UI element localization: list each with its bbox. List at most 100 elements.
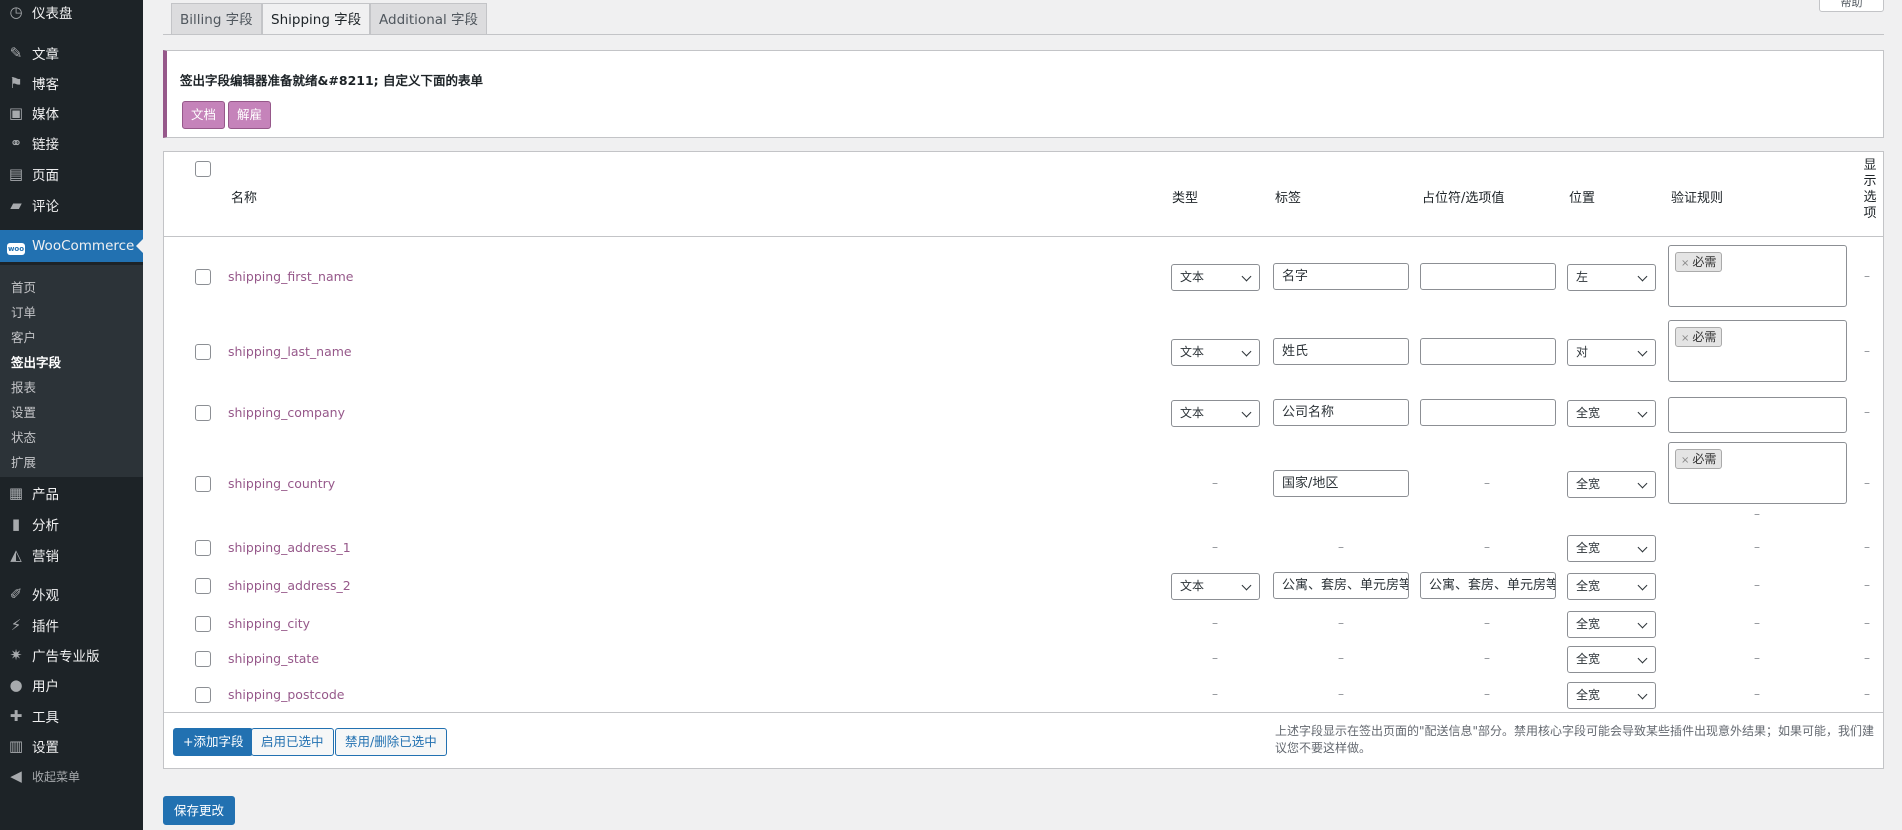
page-icon: ▤: [8, 165, 24, 183]
submenu-item-customers[interactable]: 客户: [11, 327, 36, 346]
sidebar-item-2[interactable]: ⚑ 博客: [0, 69, 143, 97]
dashboard-icon: ◷: [9, 3, 23, 21]
sidebar-item-15[interactable]: ✚ 工具: [0, 702, 143, 730]
validation-select[interactable]: × 必需: [1668, 245, 1847, 307]
validation-select[interactable]: × 必需: [1668, 442, 1847, 504]
field-name-link[interactable]: shipping_company: [228, 405, 345, 420]
placeholder-input[interactable]: [1420, 263, 1556, 290]
row-checkbox[interactable]: [195, 344, 211, 360]
field-name-link[interactable]: shipping_address_1: [228, 540, 351, 555]
woocommerce-submenu: 首页 订单 客户 签出字段 报表 设置 状态 扩展: [0, 265, 143, 477]
placeholder-input[interactable]: 公寓、套房、单元房等: [1420, 572, 1556, 599]
sidebar-item-11[interactable]: ✐ 外观: [0, 580, 143, 608]
sidebar-item-7[interactable]: woo WooCommerce: [0, 230, 143, 262]
display-options-cell: –: [1864, 651, 1870, 665]
footer-note: 上述字段显示在签出页面的"配送信息"部分。禁用核心字段可能会导致某些插件出现意外…: [1275, 724, 1875, 755]
label-input[interactable]: 名字: [1273, 263, 1409, 290]
type-select[interactable]: 文本: [1171, 339, 1260, 366]
field-name-link[interactable]: shipping_last_name: [228, 344, 352, 359]
row-checkbox[interactable]: [195, 616, 211, 632]
validation-chip[interactable]: × 必需: [1675, 449, 1723, 469]
add-field-button[interactable]: +添加字段: [173, 728, 254, 756]
help-button[interactable]: 帮助: [1819, 0, 1884, 12]
sidebar-item-14[interactable]: ● 用户: [0, 671, 143, 699]
position-select[interactable]: 对: [1567, 339, 1656, 366]
label-input[interactable]: 公寓、套房、单元房等: [1273, 572, 1409, 599]
row-checkbox[interactable]: [195, 476, 211, 492]
submenu-item-settings[interactable]: 设置: [11, 402, 36, 421]
sidebar-item-5[interactable]: ▤ 页面: [0, 160, 143, 188]
row-checkbox[interactable]: [195, 405, 211, 421]
save-changes-button[interactable]: 保存更改: [163, 796, 236, 825]
sidebar-item-8[interactable]: ▦ 产品: [0, 479, 143, 507]
sidebar-item-6[interactable]: ▰ 评论: [0, 191, 143, 219]
position-select[interactable]: 全宽: [1567, 535, 1656, 562]
position-select[interactable]: 左: [1567, 264, 1656, 291]
submenu-item-home[interactable]: 首页: [11, 277, 36, 296]
empty-cell: –: [1484, 651, 1490, 665]
row-checkbox[interactable]: [195, 540, 211, 556]
submenu-item-reports[interactable]: 报表: [11, 377, 36, 396]
validation-chip[interactable]: × 必需: [1675, 252, 1723, 272]
sidebar-item-4[interactable]: ⚭ 链接: [0, 129, 143, 157]
submenu-item-checkout-fields[interactable]: 签出字段: [11, 352, 61, 371]
dismiss-button[interactable]: 解雇: [228, 101, 272, 129]
row-checkbox[interactable]: [195, 269, 211, 285]
label-input[interactable]: 国家/地区: [1273, 470, 1409, 497]
empty-cell: –: [1754, 616, 1760, 630]
position-select[interactable]: 全宽: [1567, 611, 1656, 638]
position-select[interactable]: 全宽: [1567, 400, 1656, 427]
position-select[interactable]: 全宽: [1567, 573, 1656, 600]
field-name-link[interactable]: shipping_address_2: [228, 578, 351, 593]
position-select[interactable]: 全宽: [1567, 646, 1656, 673]
tab-additional-fields[interactable]: Additional 字段: [370, 3, 488, 35]
field-name-link[interactable]: shipping_country: [228, 476, 335, 491]
remove-chip-icon[interactable]: ×: [1681, 258, 1689, 269]
sidebar-item-0[interactable]: ◷ 仪表盘: [0, 0, 143, 26]
field-name-link[interactable]: shipping_first_name: [228, 269, 353, 284]
placeholder-input[interactable]: [1420, 338, 1556, 365]
label-input[interactable]: 姓氏: [1273, 338, 1409, 365]
collapse-icon: ◀: [10, 767, 22, 785]
sidebar-item-3[interactable]: ▣ 媒体: [0, 99, 143, 127]
sidebar-item-13[interactable]: ✷ 广告专业版: [0, 641, 143, 669]
tab-shipping-fields[interactable]: Shipping 字段: [262, 3, 371, 35]
sidebar-item-1[interactable]: ✎ 文章: [0, 39, 143, 67]
tab-billing-fields[interactable]: Billing 字段: [171, 3, 262, 35]
empty-cell: –: [1338, 687, 1344, 701]
type-select[interactable]: 文本: [1171, 264, 1260, 291]
position-select[interactable]: 全宽: [1567, 682, 1656, 709]
remove-chip-icon[interactable]: ×: [1681, 455, 1689, 466]
position-select[interactable]: 全宽: [1567, 471, 1656, 498]
sidebar-item-10[interactable]: ◭ 营销: [0, 541, 143, 569]
empty-cell: –: [1338, 651, 1344, 665]
type-select[interactable]: 文本: [1171, 400, 1260, 427]
sidebar-item-label: 链接: [32, 137, 59, 153]
field-name-link[interactable]: shipping_city: [228, 616, 310, 631]
field-name-link[interactable]: shipping_postcode: [228, 687, 345, 702]
select-all-checkbox[interactable]: [195, 161, 211, 177]
placeholder-input[interactable]: [1420, 399, 1556, 426]
submenu-item-orders[interactable]: 订单: [11, 302, 36, 321]
row-checkbox[interactable]: [195, 578, 211, 594]
validation-chip[interactable]: × 必需: [1675, 327, 1723, 347]
empty-cell: –: [1484, 687, 1490, 701]
remove-chip-icon[interactable]: ×: [1681, 333, 1689, 344]
sidebar-item-17[interactable]: ◀ 收起菜单: [0, 762, 143, 790]
docs-button[interactable]: 文档: [182, 101, 226, 129]
sidebar-item-9[interactable]: ▮ 分析: [0, 510, 143, 538]
comment-icon: ▰: [10, 196, 22, 214]
validation-select[interactable]: × 必需: [1668, 320, 1847, 382]
sidebar-item-12[interactable]: ⚡ 插件: [0, 611, 143, 639]
label-input[interactable]: 公司名称: [1273, 399, 1409, 426]
sidebar-item-16[interactable]: ▥ 设置: [0, 732, 143, 760]
validation-select[interactable]: [1668, 397, 1847, 433]
row-checkbox[interactable]: [195, 687, 211, 703]
type-select[interactable]: 文本: [1171, 573, 1260, 600]
disable-selected-button[interactable]: 禁用/删除已选中: [335, 728, 447, 756]
field-name-link[interactable]: shipping_state: [228, 651, 319, 666]
row-checkbox[interactable]: [195, 651, 211, 667]
submenu-item-extensions[interactable]: 扩展: [11, 452, 36, 471]
submenu-item-status[interactable]: 状态: [11, 427, 36, 446]
enable-selected-button[interactable]: 启用已选中: [251, 728, 334, 756]
